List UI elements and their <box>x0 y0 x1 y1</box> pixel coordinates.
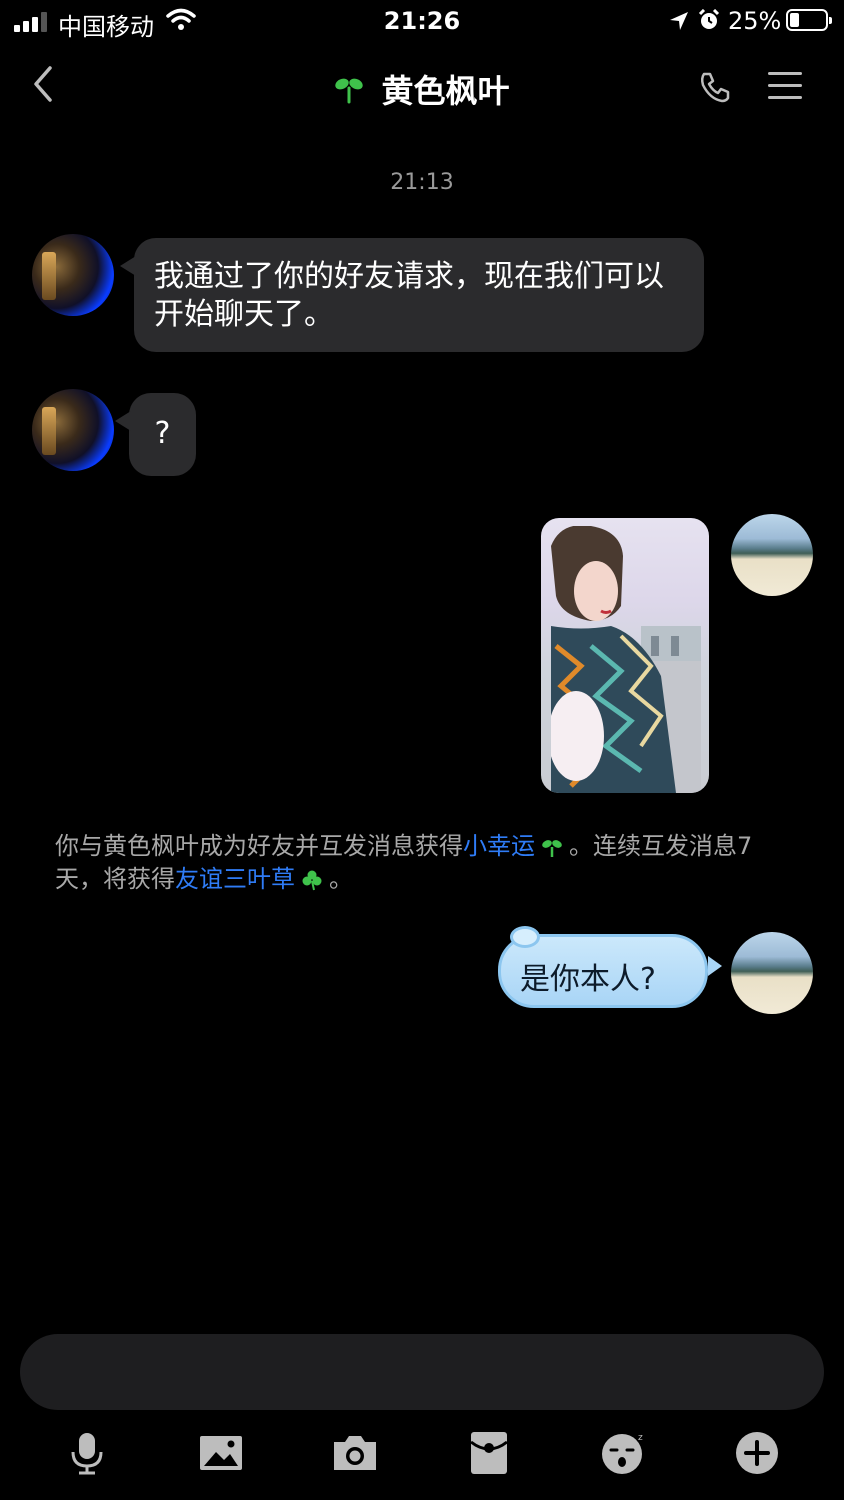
my-avatar[interactable] <box>731 514 813 596</box>
status-bar: 中国移动 21:26 25% <box>0 0 844 44</box>
alarm-icon <box>698 9 720 29</box>
sprout-icon <box>542 840 562 857</box>
contact-avatar[interactable] <box>32 389 114 471</box>
svg-text:z: z <box>638 1433 643 1443</box>
message-text: 我通过了你的好友请求，现在我们可以开始聊天了。 <box>154 259 664 332</box>
message-bubble-sent[interactable]: 是你本人? <box>488 926 728 1016</box>
my-avatar[interactable] <box>731 932 813 1014</box>
message-input[interactable] <box>20 1334 824 1410</box>
message-bubble-received[interactable]: ? <box>115 393 196 476</box>
note-text: 。 <box>329 865 353 893</box>
clover-link[interactable]: 友谊三叶草 <box>175 865 295 893</box>
battery-percent: 25% <box>728 7 782 35</box>
note-text: 你与黄色枫叶成为好友并互发消息获得 <box>55 832 463 860</box>
location-icon <box>670 12 688 30</box>
message-bubble-received[interactable]: 我通过了你的好友请求，现在我们可以开始聊天了。 <box>120 238 704 352</box>
photo-content <box>551 526 701 793</box>
contact-avatar[interactable] <box>32 234 114 316</box>
lucky-link[interactable]: 小幸运 <box>463 832 535 860</box>
emoji-icon[interactable]: z <box>600 1430 646 1476</box>
phone-icon[interactable] <box>698 70 732 104</box>
chat-title[interactable]: 黄色枫叶 <box>382 66 510 112</box>
message-text: 是你本人? <box>520 962 656 997</box>
image-icon[interactable] <box>198 1430 244 1476</box>
red-packet-icon[interactable] <box>466 1430 512 1476</box>
microphone-icon[interactable] <box>64 1430 110 1476</box>
menu-icon[interactable] <box>768 72 802 100</box>
chat-header: 黄色枫叶 <box>0 50 844 122</box>
friendship-system-note: 你与黄色枫叶成为好友并互发消息获得小幸运 。连续互发消息7天，将获得友谊三叶草 … <box>55 830 795 896</box>
plus-icon[interactable] <box>734 1430 780 1476</box>
battery-icon <box>786 9 832 31</box>
bubble-decoration <box>510 926 540 948</box>
message-timestamp: 21:13 <box>390 170 454 195</box>
input-toolbar: z <box>0 1420 844 1490</box>
clover-icon <box>302 870 322 891</box>
message-text: ? <box>154 416 171 451</box>
camera-icon[interactable] <box>332 1430 378 1476</box>
sent-image[interactable] <box>541 518 709 793</box>
sprout-icon <box>335 78 364 104</box>
